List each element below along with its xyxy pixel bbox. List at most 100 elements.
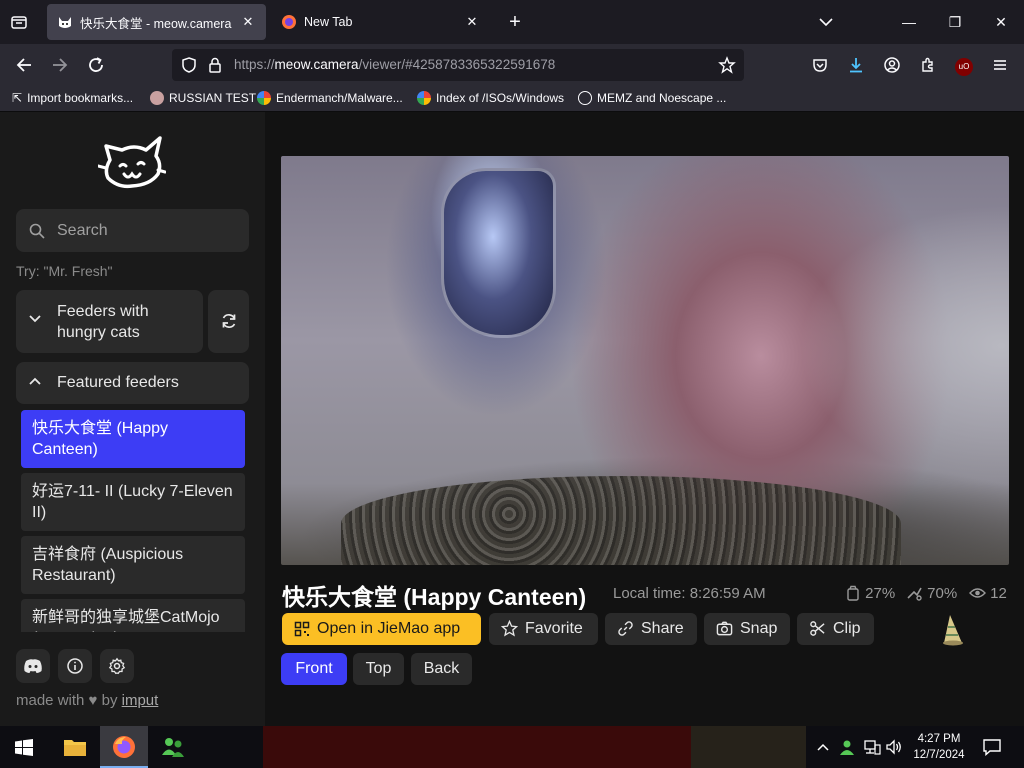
info-icon <box>66 657 84 675</box>
tab-list-icon[interactable] <box>9 12 29 32</box>
hamburger-menu-icon[interactable] <box>986 51 1014 79</box>
clip-label: Clip <box>833 620 861 637</box>
downloads-icon[interactable] <box>842 51 870 79</box>
view-back-label: Back <box>423 660 460 677</box>
local-time: Local time: 8:26:59 AM <box>613 585 766 602</box>
view-front-button[interactable]: Front <box>281 653 347 685</box>
minimize-icon[interactable]: — <box>886 6 932 38</box>
bookmark-import[interactable]: ⇱ Import bookmarks... <box>12 91 133 105</box>
feeder-item-lucky-7-eleven[interactable]: 好运7-11- II (Lucky 7-Eleven II) <box>21 473 245 531</box>
view-back-button[interactable]: Back <box>411 653 472 685</box>
view-top-button[interactable]: Top <box>353 653 404 685</box>
people-app-icon[interactable] <box>160 735 186 759</box>
discord-icon <box>23 657 43 675</box>
health-value: 70% <box>927 585 958 602</box>
extensions-puzzle-icon[interactable] <box>914 51 942 79</box>
camera-video-stream[interactable] <box>281 156 1009 565</box>
snap-button[interactable]: Snap <box>704 613 790 645</box>
pocket-icon[interactable] <box>806 51 834 79</box>
feeder-item-happy-canteen[interactable]: 快乐大食堂 (Happy Canteen) <box>21 410 245 468</box>
import-icon: ⇱ <box>12 91 23 105</box>
info-button[interactable] <box>58 649 92 683</box>
taskbar-wallpaper-area <box>691 726 806 768</box>
url-text[interactable]: https://meow.camera/viewer/#425878336532… <box>234 57 555 72</box>
close-tab-icon[interactable]: ✕ <box>462 12 482 32</box>
bookmark-endermanch[interactable]: Endermanch/Malware... <box>257 91 403 105</box>
snap-label: Snap <box>740 620 778 637</box>
clip-button[interactable]: Clip <box>797 613 874 645</box>
feeder-item-auspicious-restaurant[interactable]: 吉祥食府 (Auspicious Restaurant) <box>21 536 245 594</box>
tray-chevron-up-icon[interactable] <box>815 740 831 754</box>
google-icon <box>257 91 271 105</box>
featured-feeders-toggle[interactable]: Featured feeders <box>16 362 249 404</box>
shield-icon[interactable] <box>180 56 198 74</box>
meow-camera-logo-icon[interactable] <box>96 130 167 192</box>
file-explorer-icon[interactable] <box>63 736 87 758</box>
restore-icon[interactable]: ❐ <box>932 6 978 38</box>
settings-button[interactable] <box>100 649 134 683</box>
feeder-title: 快乐大食堂 (Happy Canteen) <box>282 584 587 610</box>
github-icon <box>150 91 164 105</box>
share-button[interactable]: Share <box>605 613 697 645</box>
lock-icon[interactable] <box>206 56 224 74</box>
featured-feeders-label: Featured feeders <box>57 374 179 391</box>
ublock-origin-icon[interactable]: uO <box>950 51 978 79</box>
chevron-up-icon <box>28 374 42 391</box>
made-with-credit: made with ♥ by imput <box>16 692 158 709</box>
reload-icon[interactable] <box>82 51 110 79</box>
forward-arrow-icon[interactable] <box>46 51 74 79</box>
bookmark-isos[interactable]: Index of /ISOs/Windows <box>417 91 564 105</box>
feeder-label: 吉祥食府 (Auspicious Restaurant) <box>32 546 184 584</box>
account-icon[interactable] <box>878 51 906 79</box>
bookmark-russian-test[interactable]: RUSSIAN TEST <box>150 91 256 105</box>
bookmark-memz[interactable]: MEMZ and Noescape ... <box>578 91 726 105</box>
search-input[interactable]: Search <box>16 209 249 252</box>
open-in-jiemao-label: Open in JieMao app <box>317 620 461 637</box>
back-arrow-icon[interactable] <box>10 51 38 79</box>
tab-meow-camera[interactable]: 快乐大食堂 - meow.camera ✕ <box>47 4 266 40</box>
ublock-badge: uO <box>955 58 973 76</box>
qr-code-icon <box>294 621 310 638</box>
network-icon[interactable] <box>863 738 881 756</box>
navigation-toolbar: https://meow.camera/viewer/#425878336532… <box>0 44 1024 86</box>
tab-new-tab[interactable]: New Tab ✕ <box>271 4 490 40</box>
url-host: meow.camera <box>274 57 359 72</box>
by-text: by <box>101 692 118 709</box>
taskbar-clock[interactable]: 4:27 PM 12/7/2024 <box>908 731 970 763</box>
notifications-icon[interactable] <box>982 738 1002 757</box>
discord-button[interactable] <box>16 649 50 683</box>
view-top-label: Top <box>365 660 392 677</box>
refresh-button[interactable] <box>208 290 249 353</box>
tab-overflow-chevron-icon[interactable] <box>814 10 838 34</box>
kibble-pile <box>341 476 901 565</box>
imput-link[interactable]: imput <box>122 692 159 709</box>
food-level-stat: 27% <box>845 585 895 602</box>
link-icon <box>617 620 634 638</box>
close-tab-icon[interactable]: ✕ <box>238 12 258 32</box>
favorite-button[interactable]: Favorite <box>489 613 598 645</box>
open-in-jiemao-button[interactable]: Open in JieMao app <box>282 613 481 645</box>
feeder-list: 快乐大食堂 (Happy Canteen) 好运7-11- II (Lucky … <box>0 408 265 632</box>
windows-start-icon[interactable] <box>15 739 33 756</box>
search-hint: Try: "Mr. Fresh" <box>16 263 113 279</box>
gear-icon <box>108 657 126 675</box>
close-window-icon[interactable]: ✕ <box>978 6 1024 38</box>
tab-strip: 快乐大食堂 - meow.camera ✕ New Tab ✕ + — ❐ ✕ <box>0 0 1024 44</box>
refresh-icon <box>220 312 238 330</box>
bookmark-star-icon[interactable] <box>718 56 736 74</box>
feeder-item-mr-fresh[interactable]: 新鲜哥的独享城堡CatMojo (Mr.Fresh...) <box>21 599 245 632</box>
volume-icon[interactable] <box>885 738 903 756</box>
viewers-count: 12 <box>990 585 1007 602</box>
tray-user-icon[interactable] <box>838 738 856 756</box>
feeder-label: 新鲜哥的独享城堡CatMojo (Mr.Fresh...) <box>32 609 220 632</box>
share-label: Share <box>641 620 684 637</box>
heart-icon: ♥ <box>88 692 98 709</box>
new-tab-plus-icon[interactable]: + <box>503 10 527 34</box>
hungry-feeders-toggle[interactable]: Feeders with hungry cats <box>16 290 203 353</box>
firefox-taskbar-button[interactable] <box>100 726 148 768</box>
cat-favicon-icon <box>57 14 73 30</box>
google-icon <box>417 91 431 105</box>
tab-title: New Tab <box>304 15 353 29</box>
page-content: Search Try: "Mr. Fresh" Feeders with hun… <box>0 112 1024 726</box>
url-bar[interactable]: https://meow.camera/viewer/#425878336532… <box>172 49 744 81</box>
